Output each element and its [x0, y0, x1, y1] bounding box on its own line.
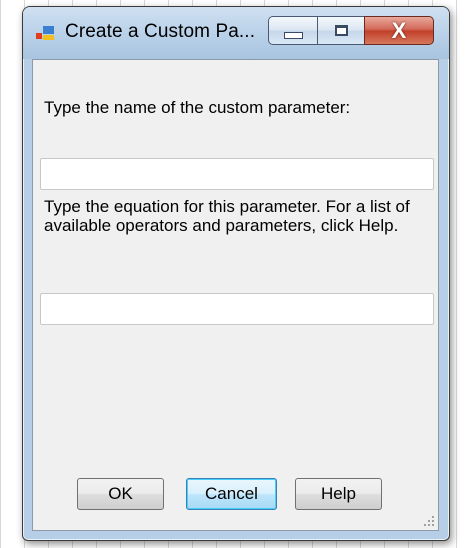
equation-input[interactable]: [40, 293, 434, 325]
close-button[interactable]: X: [364, 16, 434, 45]
parameter-name-label: Type the name of the custom parameter:: [44, 98, 351, 117]
maximize-button[interactable]: [317, 16, 365, 45]
parameter-app-icon: [36, 26, 54, 40]
ok-button[interactable]: OK: [77, 478, 164, 510]
close-icon: X: [391, 17, 407, 43]
help-button[interactable]: Help: [295, 478, 382, 510]
window-title: Create a Custom Pa...: [65, 21, 256, 42]
title-bar[interactable]: Create a Custom Pa... X: [23, 7, 449, 59]
equation-label: Type the equation for this parameter. Fo…: [44, 197, 410, 235]
dialog-window: Create a Custom Pa... X Type the name of…: [22, 6, 450, 541]
minimize-icon: [283, 32, 303, 39]
parameter-name-input[interactable]: [40, 158, 434, 190]
dialog-client-area: Type the name of the custom parameter: T…: [32, 59, 439, 531]
cancel-button[interactable]: Cancel: [186, 478, 277, 510]
window-controls: X: [268, 16, 434, 47]
maximize-icon: [334, 25, 348, 36]
minimize-button[interactable]: [268, 16, 318, 45]
resize-grip-icon[interactable]: [423, 515, 435, 527]
